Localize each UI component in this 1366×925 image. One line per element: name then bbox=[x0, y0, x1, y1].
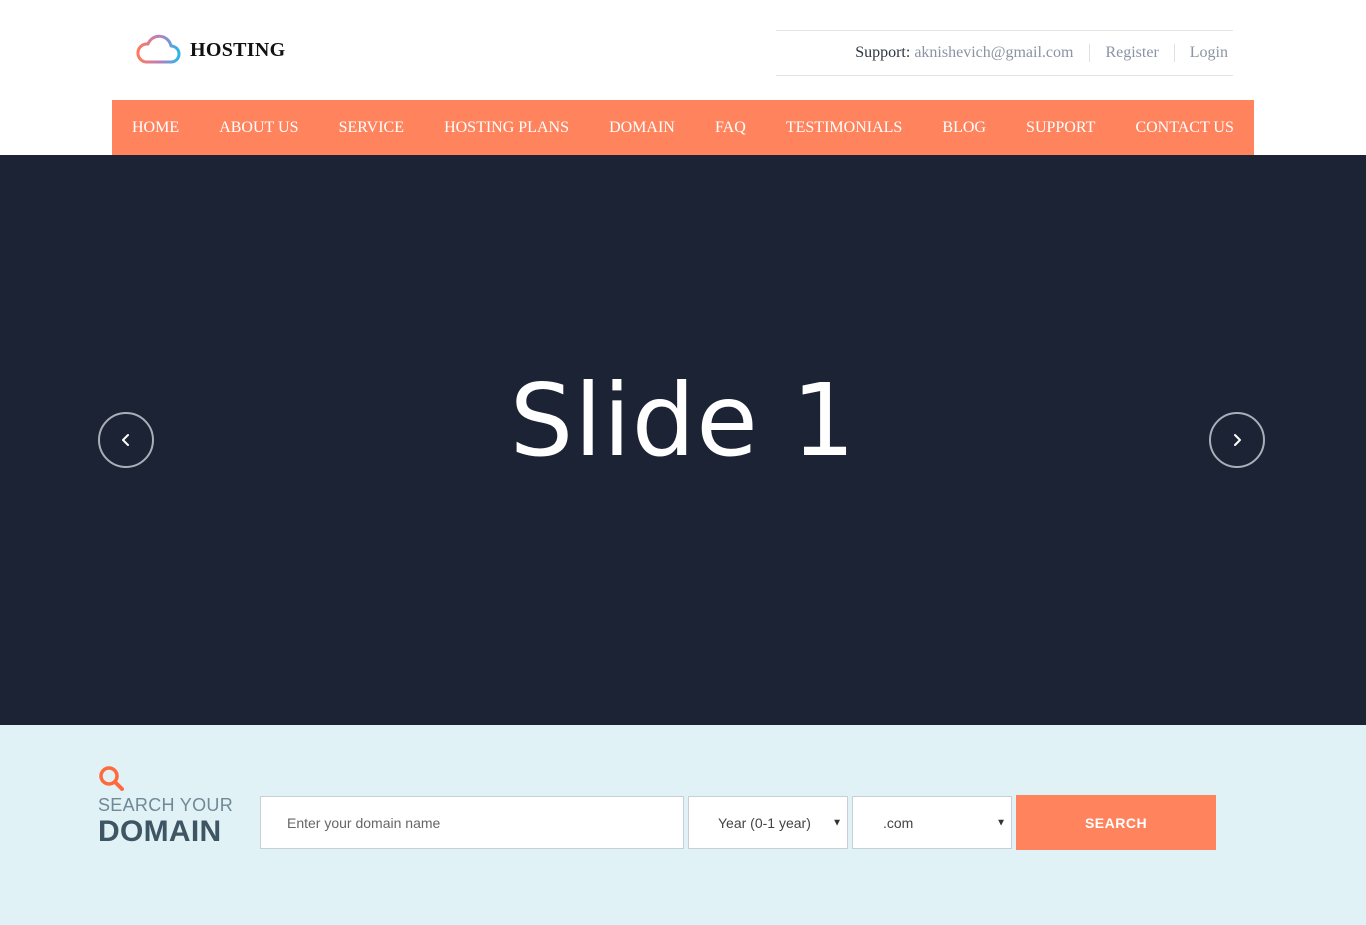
support-info: Support: aknishevich@gmail.com bbox=[855, 44, 1089, 62]
chevron-right-icon bbox=[1234, 434, 1241, 446]
caret-down-icon: ▼ bbox=[996, 817, 1006, 828]
nav-item-blog[interactable]: BLOG bbox=[942, 119, 986, 137]
search-button[interactable]: SEARCH bbox=[1016, 795, 1216, 850]
nav-item-faq[interactable]: FAQ bbox=[715, 119, 746, 137]
domain-name-input[interactable] bbox=[260, 796, 684, 849]
nav-item-hosting-plans[interactable]: HOSTING PLANS bbox=[444, 119, 569, 137]
search-heading-small: SEARCH YOUR bbox=[98, 795, 233, 815]
chevron-left-icon bbox=[122, 434, 129, 446]
tld-select[interactable]: .com ▼ bbox=[852, 796, 1012, 849]
nav-item-testimonials[interactable]: TESTIMONIALS bbox=[786, 119, 902, 137]
nav-item-contact-us[interactable]: CONTACT US bbox=[1135, 119, 1233, 137]
logo[interactable]: HOSTING bbox=[132, 33, 285, 67]
login-link[interactable]: Login bbox=[1175, 44, 1233, 62]
slide-title: Slide 1 bbox=[509, 362, 857, 479]
period-select-value: Year (0-1 year) bbox=[718, 814, 811, 831]
search-heading-large: DOMAIN bbox=[98, 815, 222, 848]
tld-select-value: .com bbox=[883, 814, 914, 831]
brand-name: HOSTING bbox=[190, 38, 286, 61]
caret-down-icon: ▼ bbox=[832, 817, 842, 828]
slider-next-button[interactable] bbox=[1209, 412, 1265, 468]
domain-search-section: SEARCH YOUR DOMAIN Year (0-1 year) ▼ .co… bbox=[0, 725, 1366, 925]
nav-item-about-us[interactable]: ABOUT US bbox=[219, 119, 298, 137]
main-nav: HOME ABOUT US SERVICE HOSTING PLANS DOMA… bbox=[112, 100, 1254, 155]
top-bar: Support: aknishevich@gmail.com Register … bbox=[776, 30, 1233, 76]
period-select[interactable]: Year (0-1 year) ▼ bbox=[688, 796, 848, 849]
hero-slider: Slide 1 bbox=[0, 155, 1366, 725]
cloud-icon bbox=[132, 33, 182, 67]
search-icon bbox=[98, 765, 126, 798]
nav-item-domain[interactable]: DOMAIN bbox=[609, 119, 675, 137]
slider-prev-button[interactable] bbox=[98, 412, 154, 468]
nav-item-home[interactable]: HOME bbox=[132, 119, 179, 137]
nav-item-support[interactable]: SUPPORT bbox=[1026, 119, 1095, 137]
support-email-link[interactable]: aknishevich@gmail.com bbox=[914, 44, 1073, 61]
support-label: Support: bbox=[855, 44, 911, 61]
register-link[interactable]: Register bbox=[1090, 44, 1173, 62]
nav-item-service[interactable]: SERVICE bbox=[339, 119, 404, 137]
